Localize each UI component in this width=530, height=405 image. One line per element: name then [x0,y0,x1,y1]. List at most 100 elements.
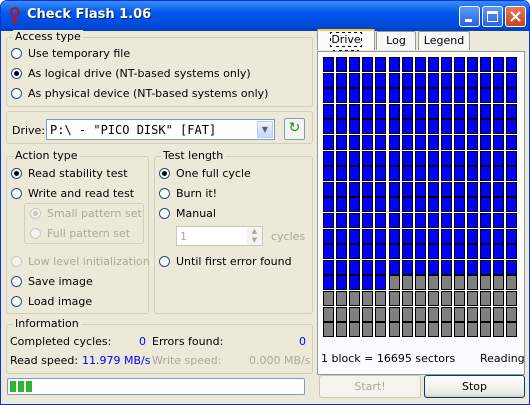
maximize-button[interactable] [482,6,503,27]
drive-map-block [414,275,426,291]
drive-map-block [375,259,387,275]
drive-map-block [440,259,452,275]
drive-map-block [362,228,374,244]
drive-map-block [506,135,518,150]
start-button[interactable]: Start! [319,375,421,398]
drive-map-block [388,181,400,197]
chevron-down-icon[interactable]: ▼ [257,121,273,138]
drive-map-block [506,88,518,104]
drive-map-block [480,119,492,135]
stop-button[interactable]: Stop [424,375,525,398]
drive-map-block [493,291,505,306]
drive-map-block [336,88,348,104]
drive-map-block [427,181,439,197]
tab-log[interactable]: Log [376,31,416,50]
drive-map-block [480,259,492,275]
drive-map-block [414,213,426,228]
drive-map-block [506,228,518,244]
drive-map-block [493,72,505,88]
radio-icon [11,68,22,79]
drive-map-block [323,291,334,306]
drive-map-block [506,291,518,306]
drive-map-block [414,166,426,182]
drive-select-value: P:\ - "PICO DISK" [FAT] [50,123,217,137]
cycles-input[interactable]: 1 [180,230,187,243]
drive-map-block [362,135,374,150]
drive-map-block [493,228,505,244]
drive-map-block [506,259,518,275]
close-button[interactable] [505,6,526,27]
drive-map-block [323,135,334,150]
title-bar[interactable]: Check Flash 1.06 [1,1,529,31]
drive-map-block [467,275,479,291]
drive-map-block [336,150,348,166]
drive-map-block [506,306,518,322]
drive-map-block [349,181,361,197]
drive-map-block [414,103,426,119]
drive-map-block [388,291,400,306]
tab-drive-map[interactable]: Drive map [317,29,375,65]
progress-chunk [10,381,16,392]
progress-chunk [18,381,24,392]
refresh-drives-button[interactable]: ↻ [284,118,305,140]
radio-icon [30,228,41,239]
drive-map-block [493,103,505,119]
drive-map-block [388,119,400,135]
drive-map-block [375,72,387,88]
drive-map-block [336,103,348,119]
action-type-label: Action type [13,149,80,162]
drive-map-block [323,275,334,291]
drive-map-block [375,291,387,306]
drive-map-block [349,213,361,228]
client-area: Access type Use temporary file As logica… [4,29,526,401]
drive-map-block [506,103,518,119]
drive-map-block [480,135,492,150]
drive-map-block [467,135,479,150]
drive-map-block [506,322,518,338]
drive-map-block [362,166,374,182]
drive-map-block [480,88,492,104]
drive-map-block [454,181,465,197]
drive-map-block [388,244,400,260]
minimize-button[interactable] [459,6,480,27]
radio-icon [11,296,22,307]
spin-down-icon[interactable]: ▼ [247,236,262,245]
drive-map-block [349,228,361,244]
radio-icon [159,208,170,219]
drive-map-block [375,88,387,104]
drive-map-block [454,135,465,150]
drive-map-block [427,306,439,322]
drive-map-block [388,213,400,228]
drive-map-block [454,119,465,135]
drive-map-block [506,244,518,260]
drive-map-block [440,135,452,150]
drive-map-block [349,88,361,104]
drive-map-block [427,228,439,244]
drive-map-block [401,275,413,291]
drive-map-block [349,166,361,182]
spin-up-icon[interactable]: ▲ [247,227,262,236]
tab-legend[interactable]: Legend [418,31,470,50]
radio-icon [11,88,22,99]
drive-map-block [323,119,334,135]
drive-map-block [440,150,452,166]
drive-map-block [480,181,492,197]
drive-map-block [454,197,465,213]
drive-map-block [362,213,374,228]
maximize-icon [487,11,498,22]
main-window: Check Flash 1.06 Access type Use tempora… [0,0,530,405]
drive-map-block [493,119,505,135]
drive-map-block [493,181,505,197]
drive-map-block [336,306,348,322]
drive-map-block [388,197,400,213]
cycles-spinner[interactable]: 1 ▲ ▼ [176,226,263,246]
drive-map-block [414,291,426,306]
drive-map-block [493,259,505,275]
drive-map-block [362,72,374,88]
drive-map-block [480,275,492,291]
drive-select[interactable]: P:\ - "PICO DISK" [FAT] ▼ [46,119,275,140]
drive-map-block [336,72,348,88]
drive-map-block [414,306,426,322]
drive-map-block [506,72,518,88]
drive-map-block [414,244,426,260]
